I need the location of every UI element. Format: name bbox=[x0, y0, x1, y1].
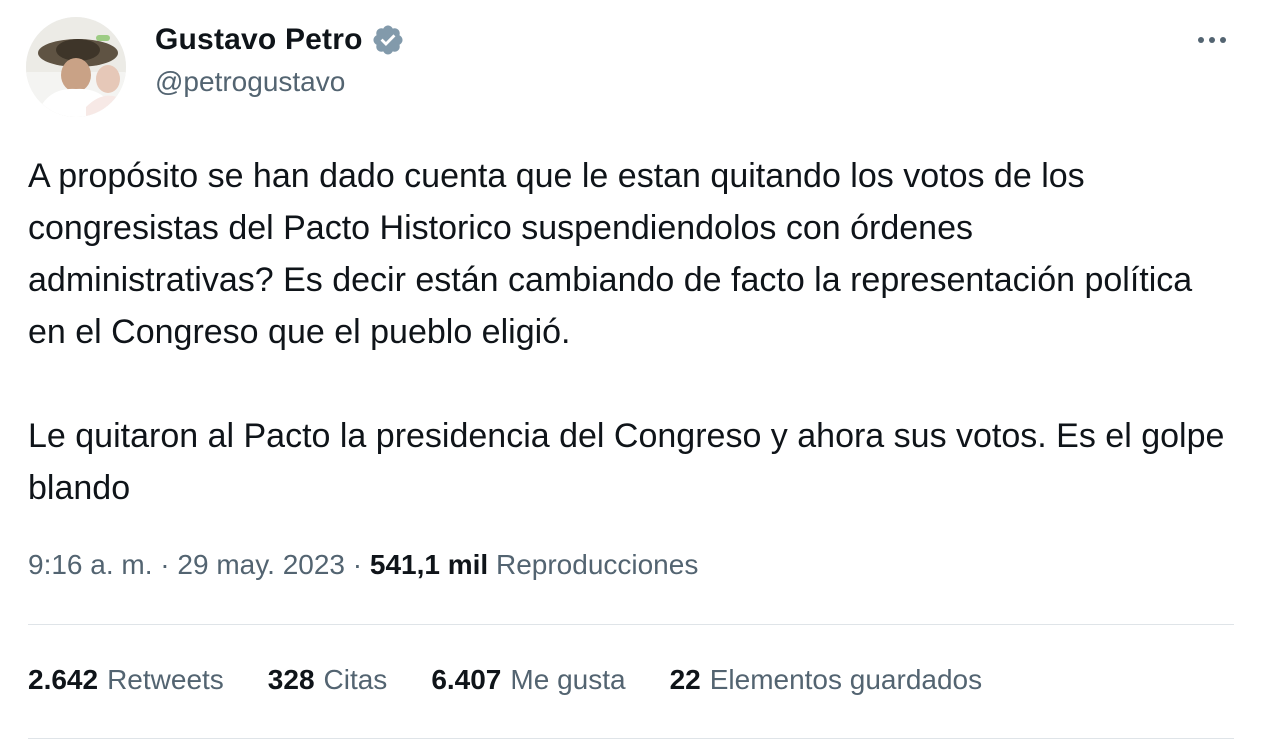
retweets-count: 2.642 bbox=[28, 664, 99, 695]
quotes-count: 328 bbox=[267, 664, 315, 695]
divider bbox=[28, 738, 1234, 739]
meta-separator: · bbox=[352, 549, 363, 580]
tweet-card: Gustavo Petro @petrogustavo A propósito … bbox=[0, 0, 1280, 744]
author-handle[interactable]: @petrogustavo bbox=[155, 64, 345, 100]
tweet-paragraph: A propósito se han dado cuenta que le es… bbox=[28, 157, 1193, 351]
author-display-name[interactable]: Gustavo Petro bbox=[155, 20, 363, 60]
tweet-time[interactable]: 9:16 a. m. bbox=[28, 549, 153, 580]
likes-label: Me gusta bbox=[510, 664, 626, 695]
bookmarks-count: 22 bbox=[669, 664, 701, 695]
divider bbox=[28, 624, 1234, 625]
tweet-meta: 9:16 a. m. · 29 may. 2023 · 541,1 mil Re… bbox=[28, 545, 698, 585]
avatar[interactable] bbox=[26, 17, 126, 117]
tweet-date[interactable]: 29 may. 2023 bbox=[177, 549, 345, 580]
avatar-photo bbox=[26, 17, 126, 117]
quotes-stat[interactable]: 328 Citas bbox=[268, 660, 388, 700]
more-options-icon bbox=[1198, 37, 1204, 43]
tweet-stats: 2.642 Retweets 328 Citas 6.407 Me gusta 22 E… bbox=[28, 660, 982, 700]
views-count: 541,1 mil bbox=[369, 549, 489, 580]
likes-stat[interactable]: 6.407 Me gusta bbox=[431, 660, 625, 700]
tweet-text: A propósito se han dado cuenta que le es… bbox=[28, 150, 1228, 514]
verified-badge-icon bbox=[371, 23, 405, 57]
more-options-button[interactable] bbox=[1190, 22, 1234, 58]
retweets-stat[interactable]: 2.642 Retweets bbox=[28, 660, 224, 700]
bookmarks-label: Elementos guardados bbox=[709, 664, 983, 695]
more-options-icon-dot bbox=[1220, 37, 1226, 43]
retweets-label: Retweets bbox=[107, 664, 224, 695]
likes-count: 6.407 bbox=[431, 664, 502, 695]
author-name-row: Gustavo Petro bbox=[155, 20, 405, 60]
meta-separator: · bbox=[160, 549, 170, 580]
tweet-paragraph: Le quitaron al Pacto la presidencia del … bbox=[28, 417, 1225, 507]
views-label: Reproducciones bbox=[495, 549, 699, 580]
quotes-label: Citas bbox=[323, 664, 388, 695]
more-options-icon-dot bbox=[1209, 37, 1215, 43]
bookmarks-stat[interactable]: 22 Elementos guardados bbox=[670, 660, 983, 700]
